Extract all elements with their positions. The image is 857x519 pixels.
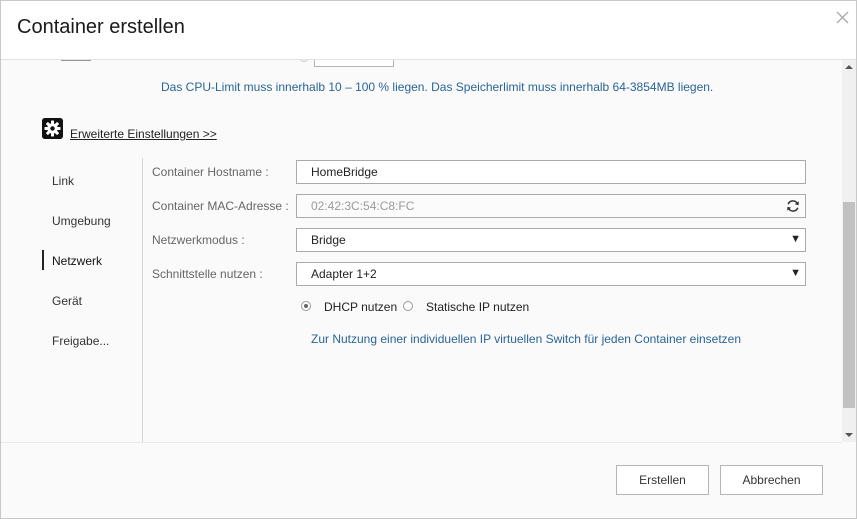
network-mode-value: Bridge [311,233,346,247]
dialog-content: Das CPU-Limit muss innerhalb 10 – 100 % … [1,60,842,442]
mac-address-input[interactable]: 02:42:3C:54:C8:FC [296,194,806,218]
hostname-input[interactable]: HomeBridge [296,160,806,184]
scrollbar-thumb[interactable] [843,202,855,408]
interface-value: Adapter 1+2 [311,267,377,281]
sidebar-item-netzwerk[interactable]: Netzwerk [52,254,102,268]
hostname-label: Container Hostname : [152,165,269,179]
scroll-down-arrow-icon[interactable] [842,430,856,440]
radio-selected-dot [304,304,308,308]
close-icon[interactable] [834,9,852,27]
footer-divider [1,442,842,443]
scroll-up-arrow-icon[interactable] [842,62,856,72]
dhcp-radio[interactable] [301,301,311,311]
dropdown-arrow-icon: ▼ [790,267,801,279]
sidebar-item-freigabe[interactable]: Freigabe... [52,334,109,348]
cancel-button[interactable]: Abbrechen [720,465,823,495]
limit-message: Das CPU-Limit muss innerhalb 10 – 100 % … [161,80,714,94]
mac-address-value: 02:42:3C:54:C8:FC [311,199,415,213]
sidebar-item-link[interactable]: Link [52,174,74,188]
cut-off-label [61,60,91,61]
sidebar-item-geraet[interactable]: Gerät [52,294,82,308]
active-tab-indicator [42,250,44,270]
vertical-scrollbar[interactable] [842,60,856,442]
virtual-switch-link[interactable]: Zur Nutzung einer individuellen IP virtu… [311,332,741,346]
static-ip-label[interactable]: Statische IP nutzen [426,300,529,314]
advanced-settings-link[interactable]: Erweiterte Einstellungen >> [70,127,217,141]
interface-label: Schnittstelle nutzen : [152,267,263,281]
sidebar-item-umgebung[interactable]: Umgebung [52,214,111,228]
create-container-dialog: Container erstellen Das CPU-Limit muss i… [0,0,857,519]
create-button[interactable]: Erstellen [616,465,709,495]
dropdown-arrow-icon: ▼ [790,233,801,245]
static-ip-radio[interactable] [403,301,413,311]
dialog-title: Container erstellen [17,16,185,38]
network-mode-select[interactable]: Bridge ▼ [296,228,806,252]
network-mode-label: Netzwerkmodus : [152,233,245,247]
dhcp-label[interactable]: DHCP nutzen [324,300,397,314]
cut-off-input[interactable] [314,60,394,67]
mac-address-label: Container MAC-Adresse : [152,199,289,213]
interface-select[interactable]: Adapter 1+2 ▼ [296,262,806,286]
sidebar-divider [142,158,143,442]
gear-icon[interactable] [42,118,63,139]
cut-off-radio[interactable] [299,60,309,62]
refresh-icon[interactable] [784,197,802,215]
dialog-header: Container erstellen [1,1,856,60]
hostname-value: HomeBridge [311,165,378,179]
